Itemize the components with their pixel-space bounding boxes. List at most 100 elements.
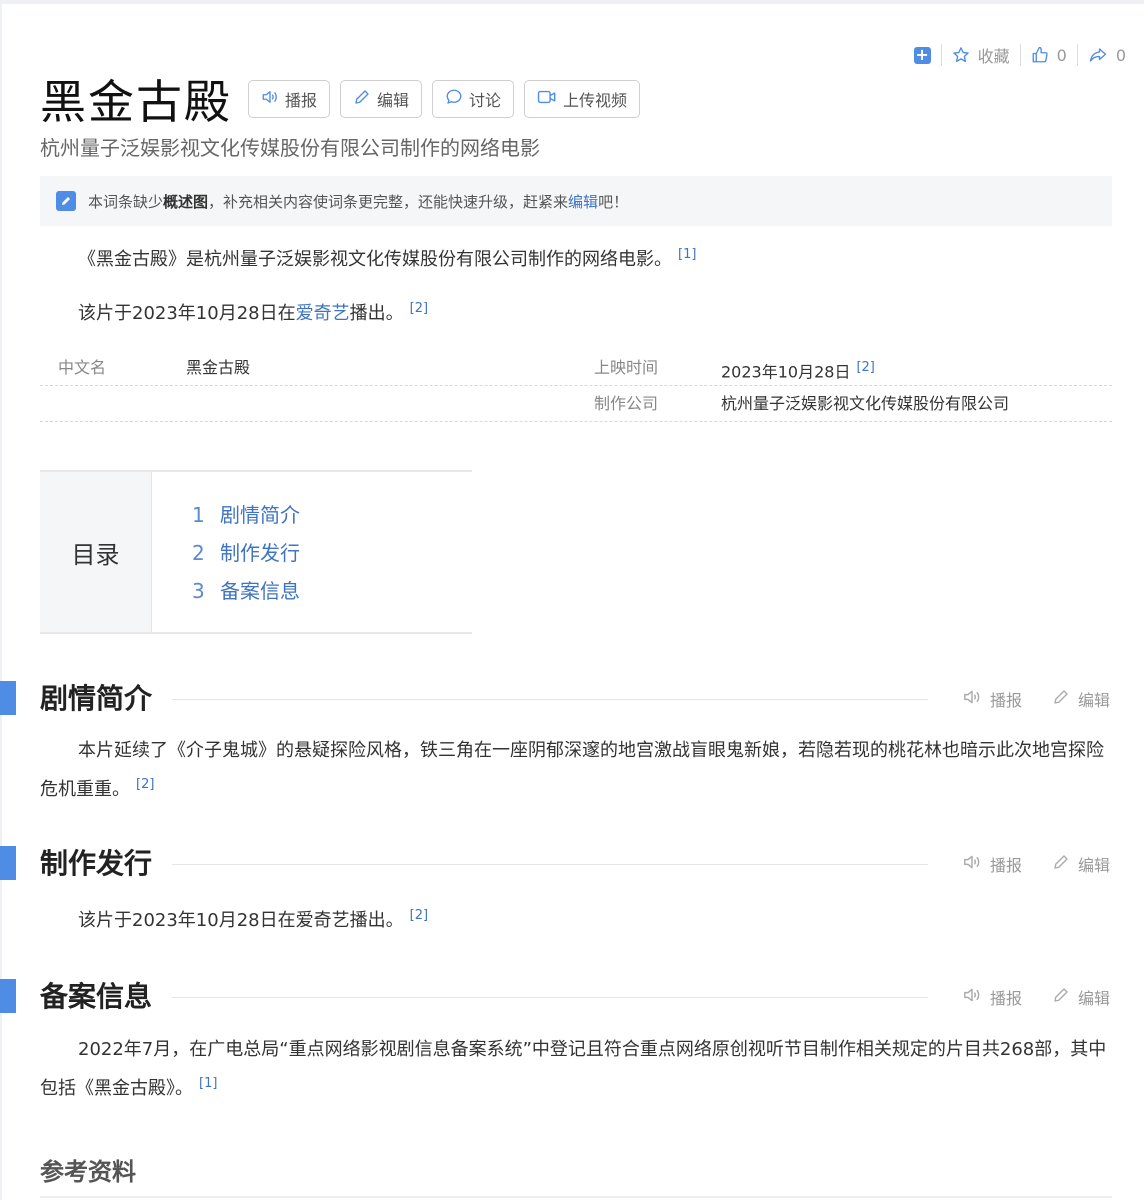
- section-divider: [172, 997, 928, 998]
- share-icon: [1088, 46, 1108, 64]
- notice-suffix: 吧！: [598, 192, 629, 211]
- upload-video-label: 上传视频: [563, 91, 628, 110]
- info-value: 杭州量子泛娱影视文化传媒股份有限公司: [721, 394, 1010, 413]
- summary-text-2-prefix: 该片于2023年10月28日在: [78, 303, 296, 324]
- chat-bubble-icon: [445, 88, 463, 110]
- toc-item[interactable]: 3 备案信息: [192, 572, 300, 610]
- section-broadcast-label: 播报: [990, 856, 1023, 875]
- edit-note-icon: [56, 191, 76, 211]
- speaker-icon: [261, 89, 279, 109]
- summary-text-1: 《黑金古殿》是杭州量子泛娱影视文化传媒股份有限公司制作的网络电影。: [78, 249, 672, 270]
- section-title: 制作发行: [40, 847, 153, 880]
- production-text: 该片于2023年10月28日在爱奇艺播出。: [78, 910, 404, 931]
- notice-middle: ，补充相关内容使词条更完整，还能快速升级，赶紧来: [208, 192, 569, 211]
- section-header-filing: 备案信息 播报 编辑: [0, 977, 1144, 1017]
- favorite-label: 收藏: [977, 47, 1010, 66]
- page-subtitle: 杭州量子泛娱影视文化传媒股份有限公司制作的网络电影: [40, 136, 540, 160]
- like-button[interactable]: 0: [1021, 46, 1077, 65]
- section-broadcast-button[interactable]: 播报: [962, 687, 1022, 711]
- info-value: 黑金古殿: [186, 358, 251, 377]
- section-divider: [172, 699, 928, 700]
- reference-link[interactable]: [2]: [410, 301, 428, 316]
- section-accent-bar: [0, 979, 16, 1013]
- section-title: 剧情简介: [40, 682, 153, 715]
- plus-icon: +: [913, 45, 931, 64]
- reference-link[interactable]: [2]: [136, 777, 154, 792]
- section-broadcast-button[interactable]: 播报: [962, 985, 1022, 1009]
- notice-bold: 概述图: [163, 192, 209, 211]
- page-title: 黑金古殿: [40, 75, 232, 129]
- reference-link[interactable]: [1]: [678, 247, 696, 262]
- add-button[interactable]: +: [904, 45, 941, 64]
- info-value: 2023年10月28日 [2]: [721, 350, 875, 390]
- filing-paragraph: 2022年7月，在广电总局“重点网络影视剧信息备案系统”中登记且符合重点网络原创…: [40, 1033, 1112, 1106]
- section-accent-bar: [0, 681, 16, 715]
- section-header-production: 制作发行 播报 编辑: [0, 844, 1144, 884]
- info-row: 中文名 黑金古殿 上映时间 2023年10月28日 [2]: [40, 350, 1112, 386]
- video-camera-icon: [537, 88, 557, 110]
- toc-item-text: 剧情简介: [220, 503, 300, 527]
- toc-item-number: 1: [192, 503, 205, 527]
- section-header-plot: 剧情简介 播报 编辑: [0, 679, 1144, 719]
- pencil-icon: [1052, 688, 1070, 710]
- basic-info-table: 中文名 黑金古殿 上映时间 2023年10月28日 [2] 制作公司 杭州量子泛娱…: [40, 350, 1112, 422]
- section-tools: 播报 编辑: [962, 852, 1110, 876]
- plot-text: 本片延续了《介子鬼城》的悬疑探险风格，铁三角在一座阴郁深邃的地宫激战盲眼鬼新娘，…: [40, 740, 1104, 800]
- info-key: 上映时间: [594, 358, 659, 377]
- toc-label: 目录: [40, 472, 152, 632]
- toc-item[interactable]: 2 制作发行: [192, 534, 300, 572]
- broadcast-label: 播报: [285, 91, 318, 110]
- reference-link[interactable]: [2]: [856, 360, 874, 375]
- section-broadcast-button[interactable]: 播报: [962, 852, 1022, 876]
- toc-item-number: 3: [192, 579, 205, 603]
- section-broadcast-label: 播报: [990, 691, 1023, 710]
- missing-image-notice: 本词条缺少 概述图 ，补充相关内容使词条更完整，还能快速升级，赶紧来 编辑 吧！: [40, 176, 1112, 226]
- broadcast-button[interactable]: 播报: [248, 80, 331, 118]
- thumbs-up-icon: [1031, 46, 1049, 64]
- summary-text-2-suffix: 播出。: [349, 303, 404, 324]
- section-edit-label: 编辑: [1078, 989, 1111, 1008]
- section-tools: 播报 编辑: [962, 687, 1110, 711]
- summary-paragraph-2: 该片于2023年10月28日在爱奇艺播出。 [2]: [40, 292, 1112, 331]
- toc-item[interactable]: 1 剧情简介: [192, 496, 300, 534]
- toc-item-text: 备案信息: [220, 579, 300, 603]
- toc-list: 1 剧情简介 2 制作发行 3 备案信息: [192, 496, 300, 610]
- section-tools: 播报 编辑: [962, 985, 1110, 1009]
- iqiyi-link[interactable]: 爱奇艺: [296, 303, 350, 324]
- section-edit-button[interactable]: 编辑: [1052, 985, 1110, 1009]
- share-button[interactable]: 0: [1078, 46, 1136, 65]
- toc-item-text: 制作发行: [220, 541, 300, 565]
- references-divider: [40, 1196, 1112, 1198]
- section-edit-button[interactable]: 编辑: [1052, 687, 1110, 711]
- section-edit-button[interactable]: 编辑: [1052, 852, 1110, 876]
- pencil-icon: [1052, 853, 1070, 875]
- info-key: 制作公司: [594, 394, 659, 413]
- share-count: 0: [1115, 45, 1126, 65]
- section-edit-label: 编辑: [1078, 691, 1111, 710]
- edit-button[interactable]: 编辑: [340, 80, 423, 118]
- section-broadcast-label: 播报: [990, 989, 1023, 1008]
- pencil-icon: [353, 88, 371, 110]
- speaker-icon: [962, 987, 982, 1007]
- plot-paragraph: 本片延续了《介子鬼城》的悬疑探险风格，铁三角在一座阴郁深邃的地宫激战盲眼鬼新娘，…: [40, 734, 1112, 807]
- discuss-label: 讨论: [469, 91, 502, 110]
- favorite-button[interactable]: 收藏: [942, 43, 1020, 67]
- section-title: 备案信息: [40, 980, 153, 1013]
- reference-link[interactable]: [2]: [410, 908, 428, 923]
- edit-label: 编辑: [377, 91, 410, 110]
- references-title: 参考资料: [40, 1158, 136, 1186]
- section-accent-bar: [0, 846, 16, 880]
- top-actions: + 收藏 0 0: [904, 40, 1136, 70]
- discuss-button[interactable]: 讨论: [432, 80, 515, 118]
- reference-link[interactable]: [1]: [199, 1076, 217, 1091]
- upload-video-button[interactable]: 上传视频: [524, 80, 641, 118]
- speaker-icon: [962, 689, 982, 709]
- table-of-contents: 目录 1 剧情简介 2 制作发行 3 备案信息: [40, 470, 472, 634]
- title-row: 黑金古殿 播报 编辑 讨论 上传视频: [40, 66, 650, 132]
- speaker-icon: [962, 854, 982, 874]
- toc-item-number: 2: [192, 541, 205, 565]
- notice-edit-link[interactable]: 编辑: [568, 191, 598, 212]
- like-count: 0: [1056, 45, 1067, 65]
- info-key: 中文名: [58, 358, 107, 377]
- star-icon: [952, 46, 970, 64]
